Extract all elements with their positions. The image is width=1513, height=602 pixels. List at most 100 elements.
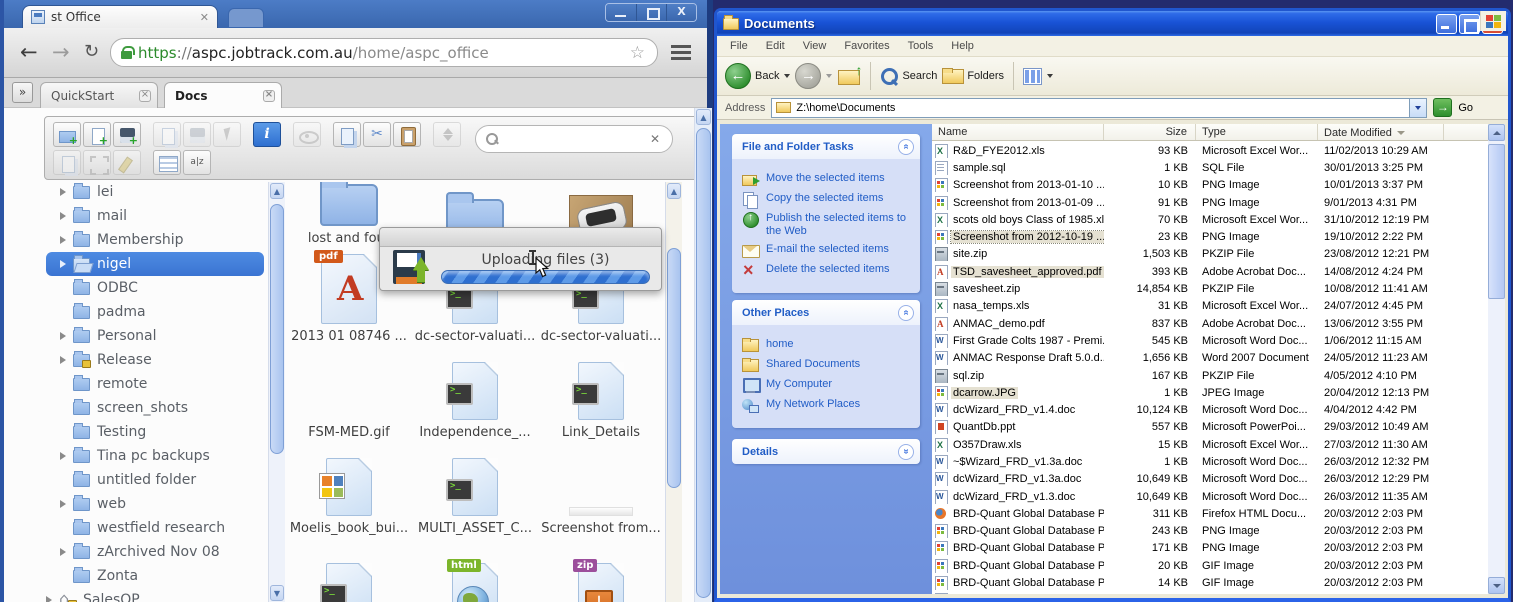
task-item[interactable]: Delete the selected items	[742, 263, 916, 278]
place-item[interactable]: My Network Places	[742, 398, 916, 413]
scroll-down-icon[interactable]	[1488, 577, 1505, 594]
scrollbar-thumb[interactable]	[696, 128, 711, 598]
file-row[interactable]: BRD-Quant Global Database P... 14 KB GIF…	[932, 574, 1488, 591]
place-item[interactable]: Shared Documents	[742, 358, 916, 373]
tree-item[interactable]: Testing	[46, 420, 268, 444]
tree-item[interactable]: Zonta	[46, 564, 268, 588]
toolbar-button[interactable]	[113, 150, 141, 175]
file-tile[interactable]: FSM-MED.gif	[308, 414, 389, 442]
views-dropdown-icon[interactable]	[1047, 74, 1053, 78]
back-button[interactable]: ←Back	[725, 63, 790, 89]
task-item[interactable]: E-mail the selected items	[742, 243, 916, 258]
expand-arrow-icon[interactable]	[60, 500, 66, 508]
scrollbar-thumb[interactable]	[1488, 144, 1505, 299]
file-tile[interactable]: Moelis_book_bui...	[290, 458, 408, 538]
menu-item[interactable]: Favorites	[835, 40, 898, 52]
menu-item[interactable]: Tools	[899, 40, 943, 52]
file-tile[interactable]	[452, 563, 498, 602]
file-row[interactable]: nasa_temps.xls 31 KB Microsoft Excel Wor…	[932, 298, 1488, 315]
file-row[interactable]: R&D_FYE2012.xls 93 KB Microsoft Excel Wo…	[932, 142, 1488, 159]
expand-arrow-icon[interactable]	[46, 596, 52, 602]
file-row[interactable]: site.zip 1,503 KB PKZIP File 23/08/2012 …	[932, 246, 1488, 263]
search-input[interactable]: ✕	[475, 125, 673, 153]
back-button[interactable]: ←	[20, 37, 38, 67]
toolbar-button[interactable]	[153, 150, 181, 175]
expand-arrow-icon[interactable]	[60, 212, 66, 220]
toolbar-button[interactable]	[183, 150, 211, 175]
minimize-button[interactable]	[606, 4, 636, 21]
go-button[interactable]: →	[1433, 98, 1452, 117]
file-tile[interactable]: MULTI_ASSET_C...	[418, 458, 532, 538]
collapse-chevron-icon[interactable]: «	[898, 305, 914, 321]
tree-item[interactable]: Membership	[46, 228, 268, 252]
file-row[interactable]: dcarrow.JPG 1 KB JPEG Image 20/04/2012 1…	[932, 384, 1488, 401]
file-row[interactable]: sql.zip 167 KB PKZIP File 4/05/2012 4:10…	[932, 367, 1488, 384]
file-row[interactable]: dcWizard_FRD_v1.4.doc 10,124 KB Microsof…	[932, 401, 1488, 418]
file-row[interactable]: O357Draw.xls 15 KB Microsoft Excel Wor..…	[932, 436, 1488, 453]
minimize-button[interactable]	[1436, 14, 1457, 34]
file-tile[interactable]	[578, 563, 624, 602]
collapse-chevron-icon[interactable]: «	[898, 139, 914, 155]
file-row[interactable]: BRD-Quant Global Database P... 9 KB GIF …	[932, 592, 1488, 594]
url-bar[interactable]: https://aspc.jobtrack.com.au/home/aspc_o…	[110, 38, 658, 67]
file-row[interactable]: BRD-Quant Global Database P... 20 KB GIF…	[932, 557, 1488, 574]
column-header-name[interactable]: Name	[932, 124, 1104, 140]
expand-arrow-icon[interactable]	[60, 188, 66, 196]
list-scrollbar[interactable]	[1488, 124, 1505, 594]
file-row[interactable]: Screenshot from 2013-01-09 ... 91 KB PNG…	[932, 194, 1488, 211]
page-scrollbar[interactable]: ▲	[694, 108, 712, 602]
places-header[interactable]: Other Places«	[732, 300, 920, 325]
tree-item[interactable]: untitled folder	[46, 468, 268, 492]
close-button[interactable]	[666, 4, 696, 21]
place-item[interactable]: My Computer	[742, 378, 916, 393]
details-header[interactable]: Details«	[732, 439, 920, 464]
file-row[interactable]: ANMAC_demo.pdf 837 KB Adobe Acrobat Doc.…	[932, 315, 1488, 332]
file-row[interactable]: BRD-Quant Global Database P... 311 KB Fi…	[932, 505, 1488, 522]
app-tab-close-icon[interactable]	[139, 90, 151, 102]
expand-arrow-icon[interactable]	[60, 332, 66, 340]
file-row[interactable]: dcWizard_FRD_v1.3.doc 10,649 KB Microsof…	[932, 488, 1488, 505]
expand-arrow-icon[interactable]	[60, 548, 66, 556]
file-row[interactable]: BRD-Quant Global Database P... 243 KB PN…	[932, 523, 1488, 540]
file-tile[interactable]: lost and four	[308, 182, 390, 248]
explorer-titlebar[interactable]: Documents	[717, 11, 1508, 36]
scroll-down-icon[interactable]: ▼	[270, 585, 284, 601]
tree-item[interactable]: westfield research	[46, 516, 268, 540]
task-item[interactable]: Copy the selected items	[742, 192, 916, 207]
expand-arrow-icon[interactable]	[60, 356, 66, 364]
app-tab[interactable]: Docs	[164, 82, 282, 108]
file-tile[interactable]	[326, 563, 372, 602]
browser-tab[interactable]: st Office ✕	[22, 5, 218, 28]
search-clear-icon[interactable]: ✕	[650, 132, 660, 146]
scroll-up-icon[interactable]: ▲	[696, 109, 711, 125]
scrollbar-thumb[interactable]	[270, 204, 284, 454]
menu-item[interactable]: View	[794, 40, 836, 52]
toolbar-button[interactable]	[393, 122, 421, 147]
file-row[interactable]: dcWizard_FRD_v1.3a.doc 10,649 KB Microso…	[932, 471, 1488, 488]
file-row[interactable]: ~$Wizard_FRD_v1.3a.doc 1 KB Microsoft Wo…	[932, 453, 1488, 470]
toolbar-button[interactable]	[363, 122, 391, 147]
column-header-date[interactable]: Date Modified	[1318, 124, 1444, 140]
file-row[interactable]: sample.sql 1 KB SQL File 30/01/2013 3:25…	[932, 159, 1488, 176]
up-button[interactable]	[837, 66, 861, 86]
tree-item[interactable]: Tina pc backups	[46, 444, 268, 468]
tree-item[interactable]: SalesOP	[46, 588, 268, 602]
toolbar-button[interactable]	[433, 122, 461, 147]
views-button[interactable]	[1023, 68, 1053, 85]
tree-scrollbar[interactable]: ▲ ▼	[268, 182, 285, 602]
file-tile[interactable]: Screenshot from...	[541, 507, 661, 538]
scroll-up-icon[interactable]	[1488, 124, 1505, 141]
file-row[interactable]: QuantDb.ppt 557 KB Microsoft PowerPoi...…	[932, 419, 1488, 436]
tree-item[interactable]: padma	[46, 300, 268, 324]
scroll-up-icon[interactable]: ▲	[667, 183, 681, 199]
toolbar-button[interactable]	[293, 122, 321, 147]
browser-titlebar[interactable]: st Office ✕	[4, 0, 707, 28]
tree-item[interactable]: Release	[46, 348, 268, 372]
scroll-up-icon[interactable]: ▲	[270, 183, 284, 199]
menu-item[interactable]: Edit	[757, 40, 794, 52]
expand-arrow-icon[interactable]	[60, 452, 66, 460]
toolbar-button[interactable]	[53, 122, 81, 147]
tab-overflow-button[interactable]: »	[12, 82, 33, 103]
file-row[interactable]: First Grade Colts 1987 - Premi... 545 KB…	[932, 332, 1488, 349]
toolbar-button[interactable]	[83, 122, 111, 147]
